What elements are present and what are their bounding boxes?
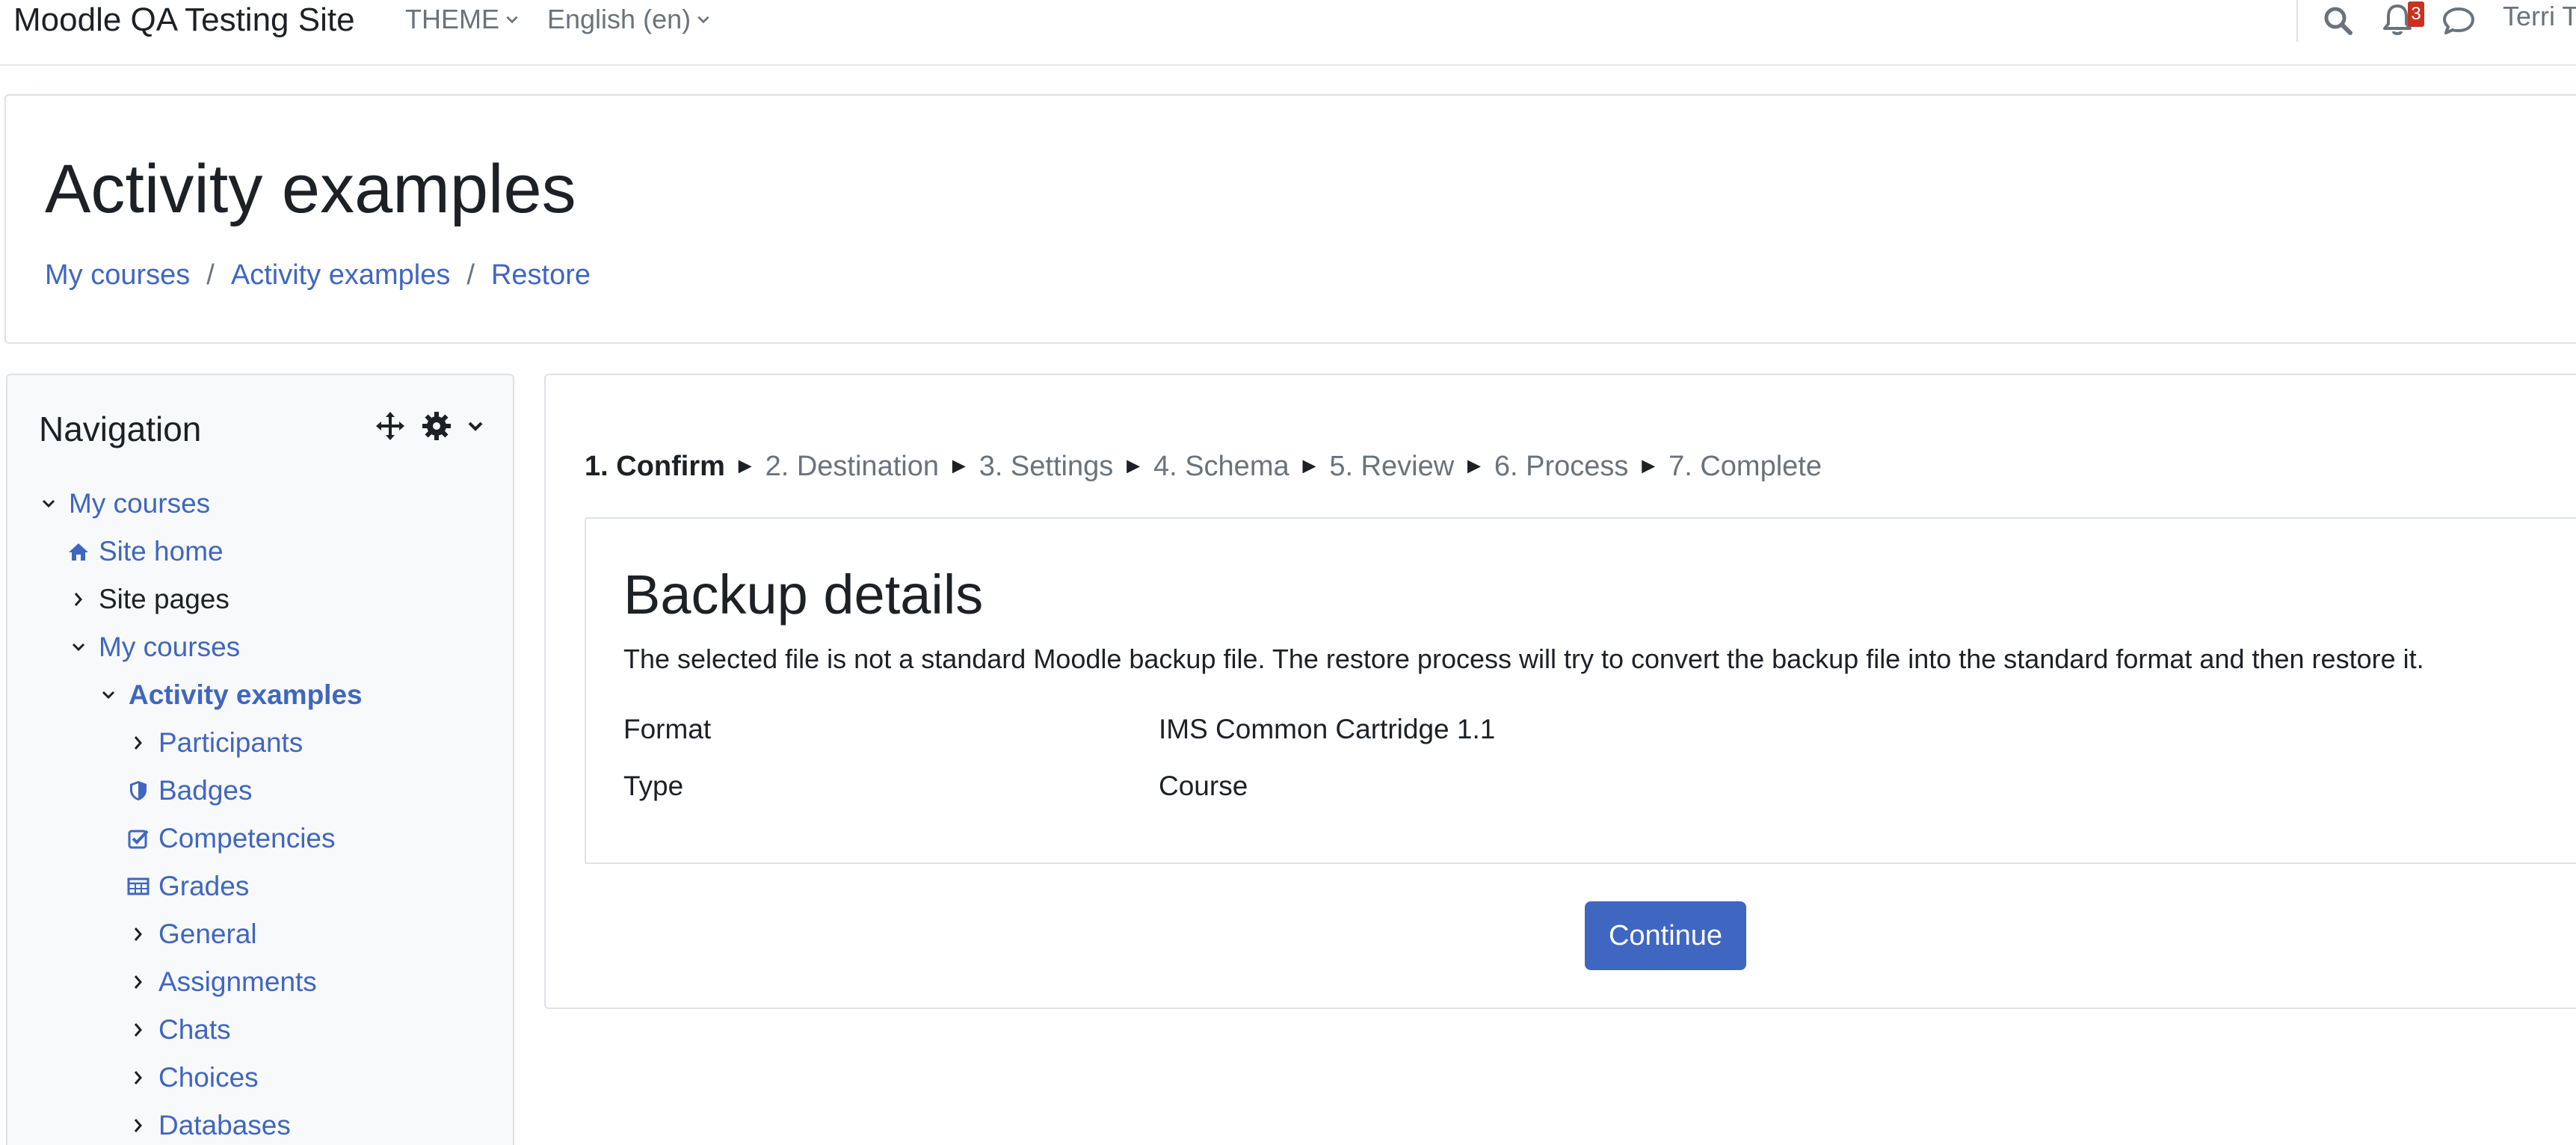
- nav-item-activity-examples[interactable]: Activity examples: [97, 677, 363, 713]
- nav-item-my-courses-root[interactable]: My courses: [37, 486, 210, 522]
- stage-arrow: ►: [1298, 454, 1321, 478]
- stage-complete: 7. Complete: [1668, 451, 1822, 482]
- top-navbar: Moodle QA Testing Site THEME English (en…: [0, 0, 2576, 66]
- message-icon[interactable]: [2438, 0, 2479, 40]
- nav-item-site-pages[interactable]: Site pages: [67, 581, 229, 617]
- continue-button[interactable]: Continue: [1585, 901, 1746, 970]
- chevron-down-icon[interactable]: [459, 410, 492, 442]
- backup-details-box: Backup details The selected file is not …: [585, 517, 2576, 864]
- theme-dropdown-label: THEME: [405, 4, 499, 34]
- site-name-link[interactable]: Moodle QA Testing Site: [13, 1, 355, 39]
- nav-item-label: Participants: [158, 727, 303, 758]
- nav-item-databases[interactable]: Databases: [127, 1108, 291, 1144]
- chevron-right-icon: [134, 975, 142, 989]
- breadcrumb-separator: /: [206, 259, 215, 291]
- nav-item-label: My courses: [99, 632, 241, 662]
- stage-settings: 3. Settings: [979, 451, 1114, 482]
- language-dropdown[interactable]: English (en): [547, 3, 712, 36]
- navbar-divider: [2296, 0, 2298, 42]
- nav-item-label: Activity examples: [129, 679, 363, 710]
- nav-item-competencies[interactable]: Competencies: [127, 821, 336, 857]
- shield-icon: [130, 781, 147, 800]
- nav-item-choices[interactable]: Choices: [127, 1060, 259, 1096]
- chevron-right-icon: [74, 593, 82, 606]
- breadcrumb-separator: /: [466, 259, 475, 291]
- gear-icon[interactable]: [420, 410, 453, 442]
- main-region: 1. Confirm ► 2. Destination ► 3. Setting…: [544, 374, 2576, 1009]
- breadcrumb-restore[interactable]: Restore: [491, 257, 591, 293]
- chevron-down-icon: [506, 16, 518, 24]
- stage-schema: 4. Schema: [1153, 451, 1289, 482]
- nav-item-label: Grades: [158, 871, 250, 901]
- stage-arrow: ►: [733, 454, 757, 478]
- search-icon[interactable]: [2317, 0, 2358, 40]
- nav-item-label: My courses: [69, 488, 211, 519]
- chevron-down-icon: [102, 691, 115, 700]
- chevron-down-icon: [72, 643, 85, 652]
- check-square-icon: [128, 830, 149, 849]
- nav-item-label: Site pages: [99, 584, 229, 614]
- chevron-right-icon: [134, 1023, 142, 1037]
- chevron-right-icon: [134, 736, 142, 750]
- nav-item-label: Competencies: [158, 823, 336, 854]
- chevron-down-icon: [42, 499, 55, 508]
- user-menu[interactable]: Terri T: [2503, 0, 2576, 33]
- stage-destination: 2. Destination: [765, 451, 939, 482]
- chevron-down-icon: [697, 16, 709, 24]
- navigation-block-title: Navigation: [39, 410, 202, 448]
- move-icon[interactable]: [374, 410, 407, 442]
- nav-item-badges[interactable]: Badges: [127, 773, 253, 809]
- stage-review: 5. Review: [1329, 451, 1455, 482]
- chevron-right-icon: [134, 1119, 142, 1132]
- detail-key: Type: [623, 771, 684, 801]
- nav-item-grades[interactable]: Grades: [127, 868, 249, 904]
- nav-item-assignments[interactable]: Assignments: [127, 964, 317, 1000]
- restore-stages: 1. Confirm ► 2. Destination ► 3. Setting…: [585, 448, 1822, 484]
- nav-item-my-courses[interactable]: My courses: [67, 629, 240, 665]
- detail-value: Course: [1159, 771, 1248, 801]
- stage-arrow: ►: [947, 454, 970, 478]
- stage-process: 6. Process: [1494, 451, 1629, 482]
- table-icon: [127, 877, 150, 895]
- detail-value: IMS Common Cartridge 1.1: [1159, 714, 1496, 744]
- breadcrumb-activity-examples[interactable]: Activity examples: [231, 257, 451, 293]
- notification-count-badge: 3: [2408, 1, 2424, 27]
- language-dropdown-label: English (en): [547, 4, 691, 34]
- nav-item-label: General: [158, 919, 257, 949]
- page-header: Activity examples My courses / Activity …: [4, 94, 2576, 344]
- nav-item-label: Choices: [158, 1062, 259, 1093]
- page-title: Activity examples: [45, 151, 576, 227]
- stage-arrow: ►: [1637, 454, 1660, 478]
- nav-item-participants[interactable]: Participants: [127, 725, 303, 761]
- nav-item-label: Badges: [158, 775, 253, 806]
- stage-arrow: ►: [1463, 454, 1485, 478]
- navigation-block: Navigation My courses Site home Site pag…: [6, 374, 514, 1145]
- nav-item-label: Assignments: [158, 966, 317, 997]
- nav-item-chats[interactable]: Chats: [127, 1012, 231, 1048]
- backup-details-description: The selected file is not a standard Mood…: [623, 644, 2424, 674]
- chevron-right-icon: [134, 1071, 142, 1084]
- chevron-right-icon: [134, 928, 142, 941]
- nav-item-site-home[interactable]: Site home: [67, 534, 224, 570]
- nav-item-label: Site home: [99, 536, 224, 567]
- nav-item-label: Chats: [158, 1014, 231, 1045]
- nav-item-label: Databases: [158, 1110, 291, 1141]
- stage-confirm: 1. Confirm: [585, 451, 725, 482]
- backup-details-title: Backup details: [623, 564, 984, 626]
- theme-dropdown[interactable]: THEME: [405, 3, 520, 36]
- breadcrumb: My courses / Activity examples / Restore: [45, 257, 591, 293]
- breadcrumb-my-courses[interactable]: My courses: [45, 257, 190, 293]
- nav-item-general[interactable]: General: [127, 916, 257, 952]
- detail-key: Format: [623, 714, 712, 744]
- home-icon: [69, 543, 88, 561]
- stage-arrow: ►: [1122, 454, 1144, 478]
